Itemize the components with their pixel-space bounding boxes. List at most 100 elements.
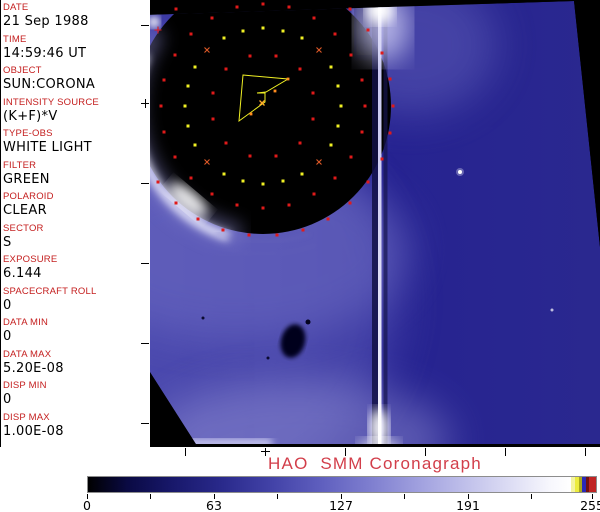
calib-dot-red	[261, 2, 265, 6]
calib-dot-red	[211, 117, 215, 121]
colorbar-label-0: 0	[83, 498, 91, 512]
calib-dot-red	[298, 141, 302, 145]
field-filter: FILTER GREEN	[3, 160, 149, 192]
field-object: OBJECT SUN:CORONA	[3, 65, 149, 97]
calib-dot-red	[333, 32, 337, 36]
calib-dot-red	[388, 77, 392, 81]
calib-dot-red	[360, 130, 364, 134]
polygon-vertex-dot	[273, 89, 277, 93]
field-label-polaroid: POLAROID	[3, 191, 54, 202]
colorbar-label-191: 191	[456, 498, 480, 512]
calib-dot-red	[211, 91, 215, 95]
colorbar-label-255: 255	[580, 498, 600, 512]
calib-dot-red	[173, 53, 177, 57]
field-label-data-min: DATA MIN	[3, 317, 49, 328]
field-exposure: EXPOSURE 6.144	[3, 254, 149, 286]
streak-bright-line	[378, 1, 382, 444]
plot-frame-left-border	[0, 0, 1, 447]
colorbar-label-127: 127	[329, 498, 353, 512]
field-label-type-obs: TYPE-OBS	[3, 128, 53, 139]
field-value-filter: GREEN	[3, 171, 50, 187]
calib-dot-red	[388, 131, 392, 135]
field-label-filter: FILTER	[3, 159, 37, 171]
image-title: HAO SMM Coronagraph	[268, 454, 482, 473]
calib-dot-red	[363, 104, 367, 108]
calib-dot-red	[312, 192, 316, 196]
calib-dot-red	[348, 7, 352, 11]
field-value-data-min: 0	[3, 329, 12, 344]
calib-dot-red	[275, 233, 279, 237]
calib-dot-red	[210, 192, 214, 196]
calib-dot-yellow	[339, 104, 343, 108]
field-data-max: DATA MAX 5.20E-08	[3, 349, 149, 381]
dark-blob-speck	[305, 319, 311, 325]
calib-dot-red	[360, 78, 364, 82]
intensity-colorbar	[87, 476, 597, 493]
frame-tick-left-plus-bar	[145, 99, 146, 108]
field-polaroid: POLAROID CLEAR	[3, 191, 149, 223]
calib-dot-red	[189, 176, 193, 180]
field-label-data-max: DATA MAX	[3, 348, 52, 360]
calib-dot-red	[380, 51, 384, 55]
calib-dot-red	[210, 16, 214, 20]
field-label-object: OBJECT	[3, 65, 42, 76]
colorbar-minor-tick	[277, 494, 278, 499]
streak-dark-right	[383, 1, 388, 444]
calib-dot-red	[311, 91, 315, 95]
calib-dot-red	[287, 203, 291, 207]
calib-dot-yellow	[281, 29, 285, 33]
field-spacecraft-roll: SPACECRAFT ROLL 0	[3, 286, 149, 318]
calib-dot-yellow	[329, 65, 333, 69]
calib-dot-yellow	[241, 179, 245, 183]
calib-dot-red	[366, 180, 370, 184]
calib-dot-red	[224, 141, 228, 145]
field-label-disp-max: DISP MAX	[3, 411, 50, 423]
calib-dot-red	[235, 203, 239, 207]
field-label-date: DATE	[3, 2, 29, 13]
calib-dot-red	[174, 201, 178, 205]
calib-dot-red	[349, 53, 353, 57]
streak-dark-left	[372, 1, 378, 444]
calib-dot-red	[247, 233, 251, 237]
calib-dot-red	[224, 67, 228, 71]
colorbar-minor-tick	[404, 494, 405, 499]
field-value-disp-min: 0	[3, 392, 12, 407]
field-time: TIME 14:59:46 UT	[3, 34, 149, 66]
calib-dot-red	[173, 155, 177, 159]
calib-dot-red	[349, 155, 353, 159]
star-speck	[458, 170, 462, 174]
frame-tick-bottom-plus-bar	[261, 451, 270, 452]
field-value-type-obs: WHITE LIGHT	[3, 140, 92, 155]
smm-viewer-window: DATE 21 Sep 1988 TIME 14:59:46 UT OBJECT SUN:…	[0, 0, 600, 512]
polygon-vertex-dot	[286, 77, 290, 81]
calib-dot-red	[159, 104, 163, 108]
frame-tick-left	[141, 423, 149, 424]
calib-dot-yellow	[222, 172, 226, 176]
metadata-sidebar: DATE 21 Sep 1988 TIME 14:59:46 UT OBJECT SUN:…	[3, 2, 149, 443]
coronagraph-canvas	[150, 0, 600, 447]
field-date: DATE 21 Sep 1988	[3, 2, 149, 34]
calib-dot-red	[311, 117, 315, 121]
calib-dot-red	[248, 54, 252, 58]
field-value-polaroid: CLEAR	[3, 203, 47, 218]
calib-dot-red	[261, 206, 265, 210]
calib-dot-red	[380, 157, 384, 161]
calib-dot-yellow	[186, 124, 190, 128]
calib-dot-red	[348, 201, 352, 205]
field-label-time: TIME	[3, 33, 27, 45]
calib-dot-red	[189, 32, 193, 36]
calib-dot-yellow	[336, 84, 340, 88]
field-disp-max: DISP MAX 1.00E-08	[3, 412, 149, 444]
field-sector: SECTOR S	[3, 223, 149, 255]
frame-tick-left	[141, 263, 149, 264]
calib-dot-red	[333, 176, 337, 180]
calib-dot-red	[274, 54, 278, 58]
field-label-spacecraft-roll: SPACECRAFT ROLL	[3, 285, 97, 297]
calib-dot-red	[235, 5, 239, 9]
calib-dot-red	[156, 180, 160, 184]
calib-dot-red	[312, 16, 316, 20]
field-value-time: 14:59:46 UT	[3, 45, 87, 61]
colorbar-minor-tick	[531, 494, 532, 499]
calib-dot-red	[196, 217, 200, 221]
field-label-disp-min: DISP MIN	[3, 380, 47, 391]
